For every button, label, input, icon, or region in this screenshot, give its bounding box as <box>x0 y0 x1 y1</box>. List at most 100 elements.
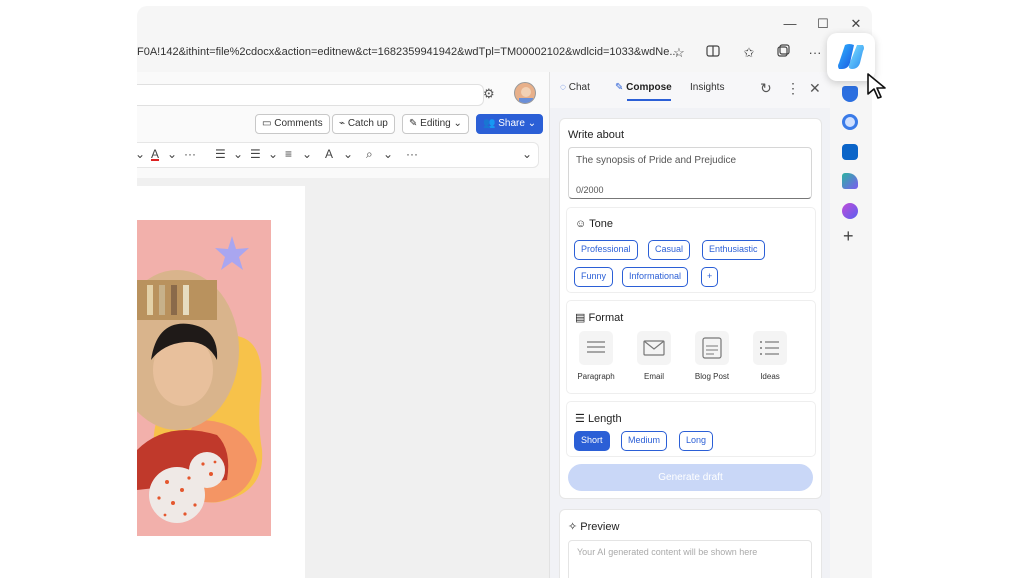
settings-icon[interactable]: ⚙ <box>483 86 495 102</box>
tone-professional-chip[interactable]: Professional <box>574 240 638 260</box>
copilot-panel: ◌ Chat ✎ Compose Insights ↻ ⋮ ✕ Write ab… <box>549 72 831 578</box>
length-section: ☰ Length Short Medium Long <box>566 401 816 457</box>
sidebar-item-icon[interactable] <box>842 114 858 130</box>
tone-enthusiastic-chip[interactable]: Enthusiastic <box>702 240 765 260</box>
avatar[interactable] <box>514 82 536 104</box>
tab-insights[interactable]: Insights <box>690 82 724 93</box>
favorites-icon[interactable]: ✩ <box>739 44 759 62</box>
sidebar-item-icon[interactable] <box>842 173 858 189</box>
sidebar-item-icon[interactable] <box>842 203 858 219</box>
more-icon[interactable]: ··· <box>406 147 418 161</box>
page-canvas <box>137 178 549 578</box>
address-bar[interactable]: F0A!142&ithint=file%2cdocx&action=editne… <box>137 38 687 66</box>
editing-button[interactable]: ✎ Editing ⌄ <box>402 114 469 134</box>
maximize-button[interactable]: ☐ <box>812 14 834 34</box>
browser-window: — ☐ ✕ F0A!142&ithint=file%2cdocx&action=… <box>137 6 872 578</box>
length-medium-chip[interactable]: Medium <box>621 431 668 451</box>
write-about-value: The synopsis of Pride and Prejudice <box>576 155 737 166</box>
tab-compose[interactable]: ✎ Compose <box>615 82 672 93</box>
compose-card: Write about The synopsis of Pride and Pr… <box>559 118 822 499</box>
comment-icon: ▭ <box>262 118 272 129</box>
chevron-down-icon[interactable]: ⌄ <box>383 147 393 161</box>
paragraph-icon <box>579 331 613 365</box>
format-label: ▤ Format <box>575 312 624 324</box>
tab-chat[interactable]: ◌ Chat <box>560 82 590 93</box>
active-tab-indicator <box>627 99 671 101</box>
edge-sidebar: + <box>830 72 872 578</box>
document-image[interactable] <box>137 220 271 536</box>
generate-draft-button[interactable]: Generate draft <box>568 464 813 491</box>
format-paragraph-option[interactable]: Paragraph <box>571 331 621 381</box>
format-ideas-option[interactable]: Ideas <box>745 331 795 381</box>
people-icon: 👥 <box>483 118 496 129</box>
chevron-down-icon[interactable]: ⌄ <box>137 147 145 161</box>
preview-content: Your AI generated content will be shown … <box>568 540 812 578</box>
tone-informational-chip[interactable]: Informational <box>622 267 689 287</box>
tone-casual-chip[interactable]: Casual <box>648 240 691 260</box>
preview-label: ✧ Preview <box>568 521 620 533</box>
tone-label: ☺ Tone <box>575 218 613 230</box>
format-section: ▤ Format Paragraph Email Blog Post Ideas <box>566 300 816 394</box>
length-icon: ☰ <box>575 413 585 425</box>
document-page[interactable] <box>137 186 305 578</box>
collections-icon[interactable] <box>773 44 793 62</box>
format-blog-post-option[interactable]: Blog Post <box>687 331 737 381</box>
length-long-chip[interactable]: Long <box>679 431 714 451</box>
document-area: ⚙ ▭ Comments ⌁ Catch up ✎ Editing ⌄ 👥 Sh… <box>137 72 549 578</box>
minimize-button[interactable]: — <box>779 14 801 34</box>
chevron-down-icon[interactable]: ⌄ <box>343 147 353 161</box>
favorites-add-icon[interactable]: ☆ <box>669 44 689 62</box>
length-label: ☰ Length <box>575 413 622 425</box>
split-screen-icon[interactable] <box>703 44 723 62</box>
font-color-icon[interactable]: A <box>151 147 159 161</box>
email-icon <box>637 331 671 365</box>
comments-button[interactable]: ▭ Comments <box>255 114 330 134</box>
tone-section: ☺ Tone Professional Casual Enthusiastic … <box>566 207 816 293</box>
close-icon[interactable]: ✕ <box>809 80 821 97</box>
chevron-down-icon: ⌄ <box>453 118 462 129</box>
panel-tabs: ◌ Chat ✎ Compose Insights ↻ ⋮ ✕ <box>550 72 831 108</box>
pulse-icon: ⌁ <box>339 118 346 129</box>
magic-wand-icon: ✧ <box>568 521 578 533</box>
numbering-icon[interactable]: ☰ <box>250 147 261 161</box>
formatting-toolbar: ⌄ A ⌄ ··· ☰ ⌄ ☰ ⌄ ≡ ⌄ A ⌄ ⌕ ⌄ ··· ⌄ <box>137 142 539 168</box>
character-counter: 0/2000 <box>576 185 604 195</box>
pencil-icon: ✎ <box>409 118 418 129</box>
blog-post-icon <box>695 331 729 365</box>
more-icon[interactable]: ··· <box>184 147 196 161</box>
mouse-cursor-icon <box>867 73 886 99</box>
length-short-chip[interactable]: Short <box>574 431 610 451</box>
tone-funny-chip[interactable]: Funny <box>574 267 614 287</box>
bullets-icon[interactable]: ☰ <box>215 147 226 161</box>
add-tone-button[interactable]: + <box>701 267 719 287</box>
align-icon[interactable]: ≡ <box>285 147 292 161</box>
refresh-icon[interactable]: ↻ <box>760 80 772 97</box>
word-ribbon: ⚙ ▭ Comments ⌁ Catch up ✎ Editing ⌄ 👥 Sh… <box>137 72 549 178</box>
add-sidebar-item-icon[interactable]: + <box>843 226 854 247</box>
chevron-down-icon[interactable]: ⌄ <box>233 147 243 161</box>
compose-icon: ✎ <box>615 82 624 93</box>
chat-icon: ◌ <box>560 82 566 93</box>
search-box[interactable] <box>137 84 484 106</box>
expand-ribbon-icon[interactable]: ⌄ <box>522 147 532 161</box>
chevron-down-icon[interactable]: ⌄ <box>167 147 177 161</box>
share-button[interactable]: 👥 Share ⌄ <box>476 114 544 134</box>
chevron-down-icon[interactable]: ⌄ <box>268 147 278 161</box>
tone-icon: ☺ <box>575 218 587 230</box>
write-about-label: Write about <box>568 129 625 141</box>
outlook-icon[interactable] <box>842 144 858 160</box>
catch-up-button[interactable]: ⌁ Catch up <box>332 114 395 134</box>
page: — ☐ ✕ F0A!142&ithint=file%2cdocx&action=… <box>0 0 1024 578</box>
format-icon: ▤ <box>575 312 586 324</box>
chevron-down-icon[interactable]: ⌄ <box>302 147 312 161</box>
close-button[interactable]: ✕ <box>845 14 867 34</box>
find-icon[interactable]: ⌕ <box>366 147 373 162</box>
format-email-option[interactable]: Email <box>629 331 679 381</box>
more-options-icon[interactable]: ··· <box>805 44 825 62</box>
styles-icon[interactable]: A <box>325 147 333 161</box>
more-vertical-icon[interactable]: ⋮ <box>786 80 800 97</box>
ideas-icon <box>753 331 787 365</box>
preview-card: ✧ Preview Your AI generated content will… <box>559 509 822 578</box>
write-about-input[interactable]: The synopsis of Pride and Prejudice 0/20… <box>568 147 812 199</box>
sidebar-item-icon[interactable] <box>842 86 858 102</box>
